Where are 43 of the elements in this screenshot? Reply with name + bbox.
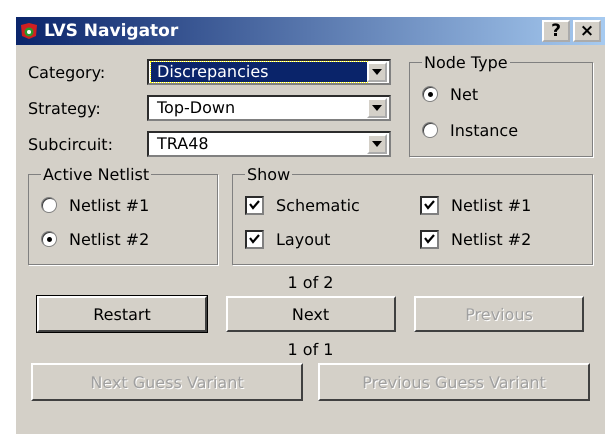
checkbox-option[interactable]: Netlist #1 [420, 188, 580, 222]
field-label: Subcircuit: [28, 134, 114, 154]
check-icon [424, 200, 435, 210]
dropdown-field[interactable]: Top-Down [147, 95, 391, 121]
radio-option[interactable]: Instance [422, 113, 580, 147]
dropdown-arrow-icon [372, 105, 382, 111]
dropdown-field[interactable]: Discrepancies [147, 59, 391, 85]
app-logo-icon [20, 22, 38, 40]
radio-button[interactable] [422, 86, 438, 102]
field-label: Strategy: [28, 98, 102, 118]
checkbox-option[interactable]: Netlist #2 [420, 222, 580, 256]
radio-option[interactable]: Net [422, 77, 580, 111]
dropdown-arrow-icon [372, 69, 382, 75]
field-label: Category: [28, 62, 106, 82]
dropdown-arrow-icon [372, 141, 382, 147]
checkbox[interactable] [420, 230, 439, 248]
dropdown-field[interactable]: TRA48 [147, 131, 391, 157]
dropdown-button[interactable] [367, 62, 387, 82]
radio-button[interactable] [422, 122, 438, 138]
check-icon [249, 200, 260, 210]
dropdown-button[interactable] [367, 98, 387, 118]
checkbox-option[interactable]: Schematic [245, 188, 420, 222]
action-button[interactable]: Restart [37, 296, 207, 332]
radio-button[interactable] [41, 231, 57, 247]
radio-button[interactable] [41, 197, 57, 213]
checkbox[interactable] [420, 196, 439, 214]
group-title: Show [246, 165, 292, 184]
help-button[interactable]: ? [542, 20, 570, 42]
checkbox[interactable] [245, 196, 264, 214]
dropdown-button[interactable] [367, 134, 387, 154]
variant-counter: 1 of 1 [288, 340, 334, 359]
radio-option[interactable]: Netlist #2 [41, 222, 205, 256]
check-icon [424, 234, 435, 244]
checkbox[interactable] [245, 230, 264, 248]
window-title: LVS Navigator [44, 21, 180, 41]
check-icon [249, 234, 260, 244]
group-title: Node Type [423, 53, 509, 72]
close-button[interactable]: × [573, 20, 601, 42]
group-title: Active Netlist [42, 165, 150, 184]
action-button[interactable]: Next [226, 296, 396, 332]
checkbox-option[interactable]: Layout [245, 222, 420, 256]
match-counter: 1 of 2 [288, 273, 334, 292]
radio-option[interactable]: Netlist #1 [41, 188, 205, 222]
